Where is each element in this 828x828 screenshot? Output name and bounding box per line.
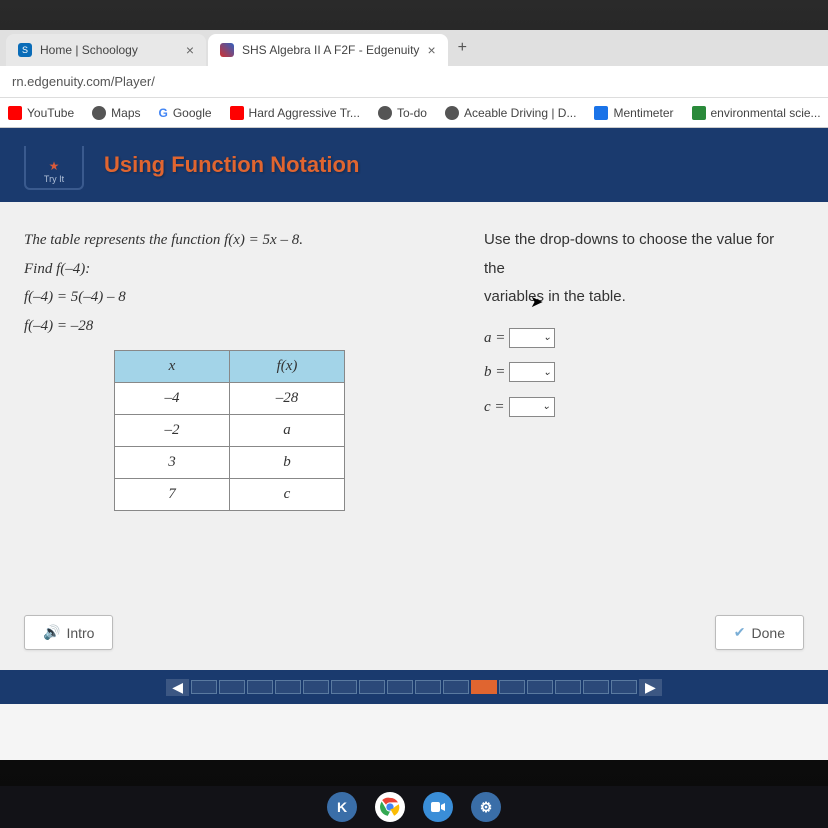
work-line-2: f(–4) = –28: [24, 312, 424, 341]
progress-segment[interactable]: [275, 680, 301, 694]
bookmark-aceable[interactable]: Aceable Driving | D...: [445, 106, 577, 120]
progress-segment[interactable]: [219, 680, 245, 694]
blue-spacer: [0, 128, 828, 146]
lesson-title: Using Function Notation: [104, 152, 359, 178]
maps-icon: [92, 106, 106, 120]
bookmark-todo[interactable]: To-do: [378, 106, 427, 120]
progress-segment[interactable]: [555, 680, 581, 694]
new-tab-button[interactable]: +: [450, 35, 475, 61]
problem-statement: The table represents the function f(x) =…: [24, 226, 424, 255]
dropdown-a[interactable]: [509, 328, 555, 348]
tryit-label: Try It: [44, 174, 64, 184]
taskbar-chrome-icon[interactable]: [375, 792, 405, 822]
progress-segment[interactable]: [191, 680, 217, 694]
right-prompt-1: Use the drop-downs to choose the value f…: [484, 226, 798, 283]
progress-bar: ◀ ▶: [0, 670, 828, 704]
a-label: a =: [484, 324, 505, 353]
close-icon[interactable]: ×: [186, 42, 194, 58]
star-icon: ★: [49, 159, 60, 173]
tab-label: SHS Algebra II A F2F - Edgenuity: [242, 43, 419, 57]
tab-schoology[interactable]: S Home | Schoology ×: [6, 34, 206, 66]
edgenuity-icon: [220, 43, 234, 57]
browser-window: S Home | Schoology × SHS Algebra II A F2…: [0, 30, 828, 760]
work-line-1: f(–4) = 5(–4) – 8: [24, 283, 424, 312]
progress-segments: [191, 680, 637, 694]
taskbar-settings-icon[interactable]: ⚙: [471, 792, 501, 822]
check-icon: ✔: [734, 624, 746, 641]
dropdown-b[interactable]: [509, 362, 555, 382]
tryit-tab[interactable]: ★ Try It: [24, 146, 84, 190]
progress-segment[interactable]: [527, 680, 553, 694]
prog-next[interactable]: ▶: [639, 679, 662, 696]
bookmarks-bar: YouTube Maps GGoogle Hard Aggressive Tr.…: [0, 98, 828, 128]
progress-segment[interactable]: [583, 680, 609, 694]
done-button[interactable]: ✔ Done: [715, 615, 804, 650]
progress-segment[interactable]: [471, 680, 497, 694]
progress-segment[interactable]: [331, 680, 357, 694]
url-text: rn.edgenuity.com/Player/: [12, 74, 155, 89]
bookmark-google[interactable]: GGoogle: [159, 106, 212, 120]
taskbar: K ⚙: [0, 786, 828, 828]
globe-icon: [378, 106, 392, 120]
mentimeter-icon: [594, 106, 608, 120]
dropdown-c[interactable]: [509, 397, 555, 417]
bookmark-hardaggressive[interactable]: Hard Aggressive Tr...: [230, 106, 360, 120]
lesson-header: ★ Try It Using Function Notation: [0, 146, 828, 202]
progress-segment[interactable]: [359, 680, 385, 694]
site-icon: [692, 106, 706, 120]
progress-segment[interactable]: [247, 680, 273, 694]
prog-prev[interactable]: ◀: [166, 679, 189, 696]
tab-bar: S Home | Schoology × SHS Algebra II A F2…: [0, 30, 828, 66]
table-row: 3b: [115, 447, 345, 479]
table-row: –4–28: [115, 383, 345, 415]
tab-edgenuity[interactable]: SHS Algebra II A F2F - Edgenuity ×: [208, 34, 448, 66]
b-label: b =: [484, 358, 505, 387]
tab-label: Home | Schoology: [40, 43, 138, 57]
url-bar[interactable]: rn.edgenuity.com/Player/: [0, 66, 828, 98]
schoology-icon: S: [18, 43, 32, 57]
google-icon: G: [159, 106, 168, 120]
table-row: 7c: [115, 479, 345, 511]
table-header-fx: f(x): [230, 351, 345, 383]
table-header-x: x: [115, 351, 230, 383]
progress-segment[interactable]: [443, 680, 469, 694]
taskbar-k-icon[interactable]: K: [327, 792, 357, 822]
youtube-icon: [230, 106, 244, 120]
progress-segment[interactable]: [387, 680, 413, 694]
globe-icon: [445, 106, 459, 120]
progress-segment[interactable]: [611, 680, 637, 694]
bookmark-mentimeter[interactable]: Mentimeter: [594, 106, 673, 120]
c-label: c =: [484, 393, 505, 422]
right-column: Use the drop-downs to choose the value f…: [484, 226, 798, 650]
bookmark-youtube[interactable]: YouTube: [8, 106, 74, 120]
youtube-icon: [8, 106, 22, 120]
find-line: Find f(–4):: [24, 255, 424, 284]
speaker-icon: 🔊: [43, 624, 60, 641]
bookmark-maps[interactable]: Maps: [92, 106, 140, 120]
function-table: x f(x) –4–28 –2a 3b 7c: [114, 350, 345, 511]
cursor-icon: ➤: [530, 292, 543, 312]
close-icon[interactable]: ×: [427, 42, 435, 58]
table-row: –2a: [115, 415, 345, 447]
taskbar-zoom-icon[interactable]: [423, 792, 453, 822]
bookmark-environmental[interactable]: environmental scie...: [692, 106, 821, 120]
bottom-bar: 🔊 Intro ✔ Done: [24, 615, 804, 650]
progress-segment[interactable]: [499, 680, 525, 694]
intro-button[interactable]: 🔊 Intro: [24, 615, 113, 650]
progress-segment[interactable]: [303, 680, 329, 694]
left-column: The table represents the function f(x) =…: [24, 226, 424, 650]
progress-segment[interactable]: [415, 680, 441, 694]
lesson-body: The table represents the function f(x) =…: [0, 202, 828, 670]
